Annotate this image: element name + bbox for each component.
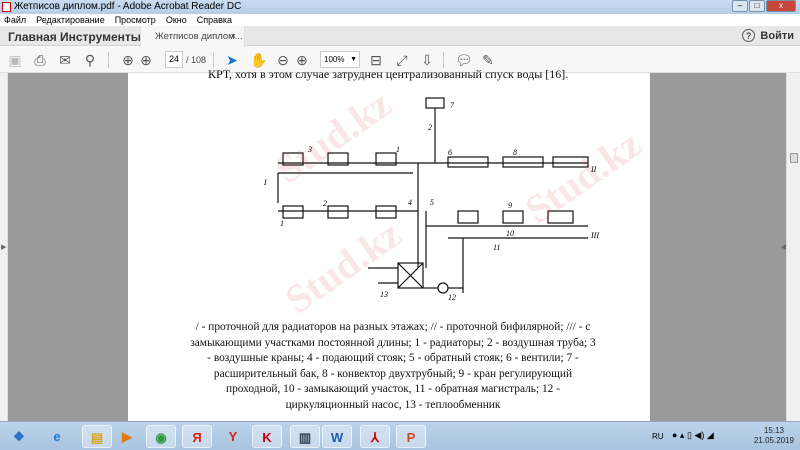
next-page-icon[interactable]: ⊕ (138, 52, 154, 68)
document-viewer: ▶ КРТ, хотя в этом случае затруднен цент… (0, 67, 800, 421)
scroll-mode-icon[interactable]: ⇩ (419, 52, 435, 68)
tab-home[interactable]: Главная (8, 30, 57, 44)
start-button[interactable]: ❖ (4, 425, 34, 448)
email-icon[interactable]: ✉ (57, 52, 73, 68)
diagram-label: 6 (448, 148, 452, 157)
zoom-in-icon[interactable]: ⊕ (294, 52, 310, 68)
fit-page-icon[interactable]: ⊟ (368, 52, 384, 68)
chevron-right-icon: ▶ (1, 244, 7, 251)
pdf-icon (2, 2, 11, 12)
ie-icon[interactable]: e (42, 425, 72, 448)
menu-file[interactable]: Файл (4, 14, 26, 26)
menu-window[interactable]: Окно (166, 14, 187, 26)
menu-bar: Файл Редактирование Просмотр Окно Справк… (0, 14, 800, 26)
comment-icon[interactable]: 💬︎ (455, 52, 473, 68)
title-bar: Жетписов диплом.pdf - Adobe Acrobat Read… (0, 0, 800, 14)
explorer-icon[interactable]: ▤ (82, 425, 112, 448)
diagram-label: 2 (323, 199, 327, 208)
divider (443, 52, 444, 68)
kaspersky-icon[interactable]: K (252, 425, 282, 448)
minimize-button[interactable]: – (732, 0, 748, 12)
tab-document[interactable]: Жетписов диплом... × (140, 26, 245, 47)
diagram-label: 9 (508, 201, 512, 210)
clock[interactable]: 15:13 21.05.2019 (754, 426, 794, 446)
zoom-value: 100% (324, 55, 345, 64)
close-tab-icon[interactable]: × (230, 26, 236, 47)
chrome-icon[interactable]: ◉ (146, 425, 176, 448)
divider (213, 52, 214, 68)
left-panel-toggle[interactable]: ▶ (0, 73, 8, 421)
powerpoint-icon[interactable]: P (396, 425, 426, 448)
window-title: Жетписов диплом.pdf - Adobe Acrobat Read… (14, 1, 242, 12)
search-icon[interactable]: ⚲ (82, 52, 98, 68)
tab-tools[interactable]: Инструменты (60, 30, 141, 44)
diagram-label: 11 (493, 243, 501, 252)
clock-date: 21.05.2019 (753, 436, 794, 445)
scrollbar-thumb[interactable] (790, 153, 798, 163)
page-number-input[interactable]: 24 (165, 51, 183, 68)
maximize-button[interactable]: □ (749, 0, 765, 12)
print-icon[interactable]: ⎙ (32, 52, 48, 68)
hand-tool-icon[interactable]: ✋ (250, 52, 267, 68)
help-icon[interactable]: ? (742, 29, 755, 42)
page-total: / 108 (186, 55, 207, 65)
media-player-icon[interactable]: ▶ (112, 425, 142, 448)
select-cursor-icon[interactable]: ➤ (224, 52, 240, 68)
diagram-label: 1 (396, 145, 400, 154)
highlight-pen-icon[interactable]: ✎ (480, 52, 496, 68)
figure-caption: / - проточной для радиаторов на разных э… (190, 321, 596, 411)
menu-view[interactable]: Просмотр (115, 14, 156, 26)
diagram-label: 8 (513, 148, 517, 157)
yandex-icon[interactable]: Я (182, 425, 212, 448)
menu-edit[interactable]: Редактирование (36, 14, 105, 26)
clock-time: 15:13 (763, 426, 784, 435)
diagram-label: III (591, 231, 599, 240)
diagram-label: 10 (506, 229, 514, 238)
divider (108, 52, 109, 68)
tablet-app-icon[interactable]: ▥ (290, 425, 320, 448)
page-background (8, 73, 128, 421)
taskbar: ❖ e ▤ ▶ ◉ Я Y K ▥ W ⅄ P RU ● ▴ ▯ ◀) ◢ 15… (0, 421, 800, 450)
vertical-scrollbar[interactable] (786, 73, 800, 421)
diagram-label: 12 (448, 293, 456, 302)
acrobat-icon[interactable]: ⅄ (360, 425, 390, 448)
tab-bar: Главная Инструменты Жетписов диплом... ×… (0, 26, 800, 47)
save-icon[interactable]: ▣ (7, 52, 23, 68)
diagram-label: 4 (408, 198, 412, 207)
menu-help[interactable]: Справка (197, 14, 232, 26)
language-indicator[interactable]: RU (652, 432, 664, 441)
close-button[interactable]: x (766, 0, 796, 12)
word-icon[interactable]: W (322, 425, 352, 448)
pdf-page: КРТ, хотя в этом случае затруднен центра… (128, 67, 650, 421)
diagram-label: 7 (450, 101, 454, 110)
chevron-down-icon: ▼ (350, 56, 357, 63)
page-background (650, 73, 786, 421)
login-button[interactable]: Войти (760, 30, 794, 42)
tray-icons[interactable]: ● ▴ ▯ ◀) ◢ (672, 430, 714, 441)
diagram-label: I (264, 178, 267, 187)
diagram-label: 13 (380, 290, 388, 299)
yandex-browser-icon[interactable]: Y (218, 425, 248, 448)
diagram-label: 2 (428, 123, 432, 132)
diagram-label: 1 (280, 219, 284, 228)
diagram-label: 5 (430, 198, 434, 207)
full-screen-icon[interactable]: ⤢ (394, 52, 410, 68)
zoom-out-icon[interactable]: ⊖ (275, 52, 291, 68)
page-text: КРТ, хотя в этом случае затруднен центра… (208, 67, 569, 81)
prev-page-icon[interactable]: ⊕ (120, 52, 136, 68)
zoom-select[interactable]: 100% ▼ (320, 51, 360, 68)
